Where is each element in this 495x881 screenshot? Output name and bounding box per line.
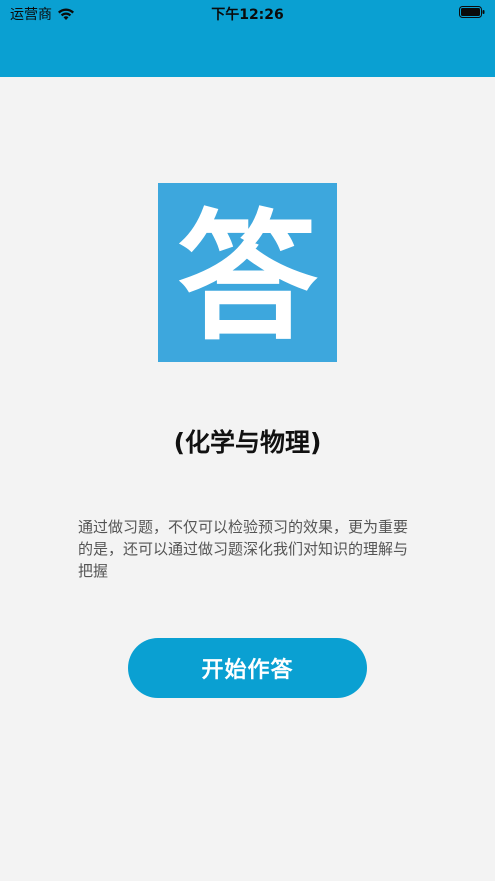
header-bar: 运营商 下午12:26 [0, 0, 495, 77]
answer-logo-icon: 答 [177, 197, 318, 360]
page-title: (化学与物理) [173, 428, 322, 457]
start-answer-button[interactable]: 开始作答 [128, 638, 367, 698]
battery-icon [459, 6, 485, 18]
logo-glyph: 答 [177, 197, 318, 360]
status-bar: 运营商 下午12:26 [0, 0, 495, 26]
description-text: 通过做习题，不仅可以检验预习的效果，更为重要的是，还可以通过做习题深化我们对知识… [78, 518, 409, 580]
app-logo: 答 [158, 183, 337, 362]
status-time: 下午12:26 [211, 7, 284, 23]
